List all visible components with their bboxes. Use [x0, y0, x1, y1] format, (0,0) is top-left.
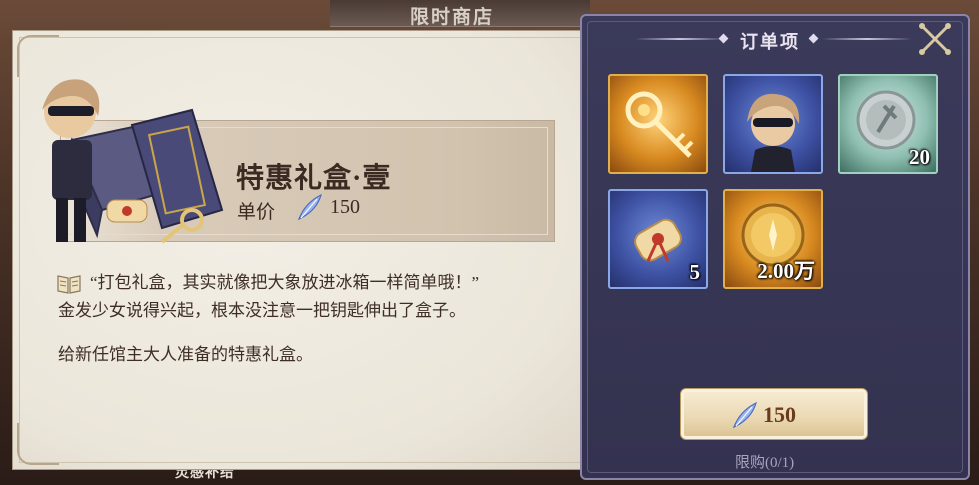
order-item-golden-key[interactable]	[608, 74, 708, 174]
item-quantity: 20	[909, 145, 930, 169]
book-icon	[57, 275, 81, 294]
feather-crystal-icon	[297, 193, 322, 221]
description-summary: 给新任馆主大人准备的特惠礼盒。	[58, 345, 313, 364]
order-item-seal[interactable]: 20	[838, 74, 938, 174]
buy-price: 150	[763, 402, 796, 427]
close-icon[interactable]	[914, 18, 956, 60]
title-ornament	[822, 38, 912, 40]
title-ornament	[635, 38, 725, 40]
shop-title: 限时商店	[410, 7, 495, 28]
item-quantity: 2.00万	[757, 259, 815, 283]
description-quote: “打包礼盒，其实就像把大象放进冰箱一样简单哦！”	[90, 273, 480, 292]
order-item-character[interactable]	[723, 74, 823, 174]
golden-key-icon	[625, 91, 694, 158]
order-panel-title: 订单项	[740, 32, 800, 52]
gift-box-illustration	[42, 79, 224, 244]
corner-ornament	[17, 423, 59, 465]
unit-price-label: 单价	[237, 202, 276, 223]
order-item-scroll[interactable]: 5	[608, 189, 708, 289]
item-title: 特惠礼盒·壹	[236, 163, 392, 194]
feather-crystal-icon	[732, 401, 757, 429]
masked-character-portrait-icon	[747, 93, 800, 172]
order-item-coin[interactable]: 2.00万	[723, 189, 823, 289]
purchase-limit: 限购(0/1)	[735, 455, 795, 471]
description-text: 金发少女说得兴起，根本没注意一把钥匙伸出了盒子。	[58, 301, 466, 320]
item-quantity: 5	[689, 260, 701, 284]
unit-price-value: 150	[330, 196, 360, 218]
